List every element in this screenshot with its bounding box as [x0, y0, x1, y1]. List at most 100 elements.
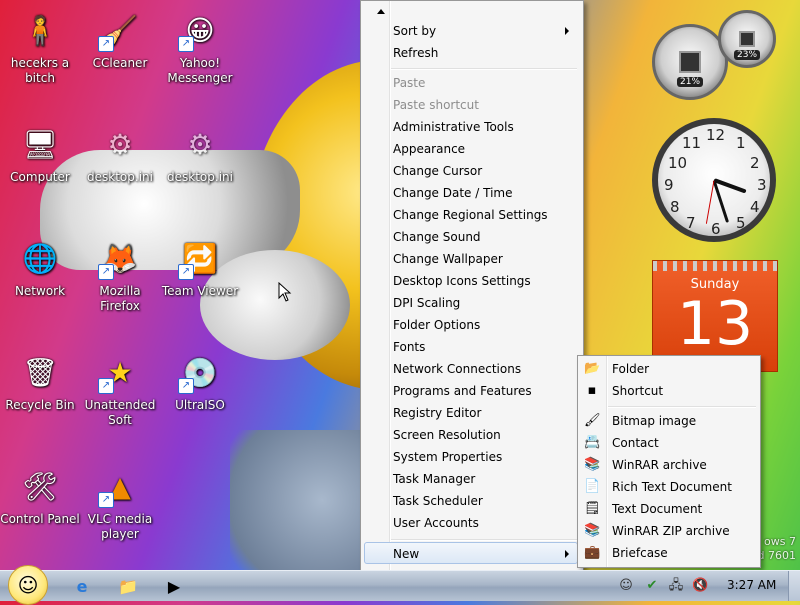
submenu-item-folder[interactable]: 📂 Folder [578, 358, 760, 380]
menu-item-change-regional-settings[interactable]: Change Regional Settings [393, 204, 548, 226]
messenger-tray-icon[interactable]: ☺ [618, 578, 634, 594]
contact-icon: 📇 [584, 435, 601, 450]
submenu-arrow-icon [565, 27, 569, 35]
menu-item-desktop-icons-settings[interactable]: Desktop Icons Settings [393, 270, 531, 292]
menu-separator [391, 539, 577, 541]
menu-item-change-date-time[interactable]: Change Date / Time [393, 182, 512, 204]
desktop-icon-firefox[interactable]: 🦊 ↗ Mozilla Firefox [80, 236, 160, 314]
security-tray-icon[interactable]: ✔ [644, 578, 660, 594]
desktop-icon-recycle-bin[interactable]: 🗑 Recycle Bin [0, 350, 80, 413]
folder-icon: 📂 [584, 361, 601, 376]
memory-meter-gadget[interactable]: 23% [718, 10, 776, 68]
clock-number: 10 [668, 154, 688, 172]
settings-file-icon: ⚙ [107, 127, 133, 161]
menu-item-change-sound[interactable]: Change Sound [393, 226, 481, 248]
menu-item-administrative-tools[interactable]: Administrative Tools [393, 116, 514, 138]
show-desktop-button[interactable] [788, 571, 800, 601]
start-button[interactable]: ☺ [8, 565, 48, 605]
menu-item-refresh[interactable]: Refresh [393, 42, 438, 64]
rtf-document-icon: 📄 [584, 479, 601, 494]
menu-item-programs-and-features[interactable]: Programs and Features [393, 380, 532, 402]
clock-gadget[interactable]: 12 1 2 3 4 5 6 7 8 9 10 11 [652, 118, 776, 242]
cpu-meter-gadget[interactable]: 21% [652, 24, 728, 100]
submenu-item-shortcut[interactable]: ▪ Shortcut [578, 380, 760, 402]
internet-explorer-icon[interactable]: e [70, 574, 94, 598]
clock-number: 6 [711, 220, 721, 238]
menu-item-user-accounts[interactable]: User Accounts [393, 512, 479, 534]
menu-item-label: WinRAR ZIP archive [612, 524, 730, 538]
ccleaner-icon: 🧹 ↗ [98, 8, 142, 52]
menu-item-task-scheduler[interactable]: Task Scheduler [393, 490, 483, 512]
submenu-item-bitmap-image[interactable]: 🖌 Bitmap image [578, 410, 760, 432]
network-icon: 🌐 [22, 241, 58, 275]
clock-number: 5 [736, 214, 746, 232]
taskbar-clock[interactable]: 3:27 AM [727, 578, 776, 592]
winrar-icon: 📚 [584, 457, 601, 472]
menu-separator [391, 68, 577, 70]
desktop-icon-unattended-soft[interactable]: ★ ↗ Unattended Soft [80, 350, 160, 428]
menu-item-system-properties[interactable]: System Properties [393, 446, 502, 468]
clock-number: 4 [750, 198, 760, 216]
menu-item-task-manager[interactable]: Task Manager [393, 468, 475, 490]
submenu-item-briefcase[interactable]: 💼 Briefcase [578, 542, 760, 564]
desktop-icon-desktop-ini[interactable]: ⚙ desktop.ini [80, 122, 160, 185]
desktop-icon-user-folder[interactable]: 🧍 hecekrs a bitch [0, 8, 80, 86]
menu-gutter [389, 1, 391, 587]
clock-second-hand [705, 180, 715, 224]
desktop-icon-ccleaner[interactable]: 🧹 ↗ CCleaner [80, 8, 160, 71]
firefox-icon: 🦊 ↗ [98, 236, 142, 280]
menu-item-label: WinRAR archive [612, 458, 707, 472]
submenu-arrow-icon [565, 550, 569, 558]
disc-icon: 💿 ↗ [178, 350, 222, 394]
media-player-icon[interactable]: ▶ [162, 574, 186, 598]
clock-number: 8 [670, 198, 680, 216]
computer-icon: 🖥 [22, 127, 58, 161]
menu-item-dpi-scaling[interactable]: DPI Scaling [393, 292, 460, 314]
cpu-chip-icon [679, 51, 701, 73]
submenu-item-winrar-zip-archive[interactable]: 📚 WinRAR ZIP archive [578, 520, 760, 542]
vlc-icon: ▲ ↗ [98, 464, 142, 508]
menu-item-label: Shortcut [612, 384, 664, 398]
network-tray-icon[interactable]: 🖧 [668, 578, 684, 594]
windows-explorer-icon[interactable]: 📁 [116, 574, 140, 598]
menu-scroll-up-icon[interactable] [377, 9, 385, 14]
menu-item-paste-shortcut: Paste shortcut [393, 98, 479, 112]
yahoo-messenger-icon: 😀 ↗ [178, 8, 222, 52]
menu-item-sort-by[interactable]: Sort by [393, 20, 577, 42]
desktop-icon-network[interactable]: 🌐 Network [0, 236, 80, 299]
clock-number: 11 [682, 134, 702, 152]
control-panel-icon: 🛠 [22, 469, 58, 503]
desktop-icon-ultraiso[interactable]: 💿 ↗ UltraISO [160, 350, 240, 413]
brand-line: ows 7 [764, 535, 796, 548]
desktop-icon-computer[interactable]: 🖥 Computer [0, 122, 80, 185]
new-submenu: 📂 Folder ▪ Shortcut 🖌 Bitmap image 📇 Contact… [577, 355, 761, 568]
desktop-icon-desktop-ini-selected[interactable]: ⚙ desktop.ini [160, 122, 240, 185]
menu-item-folder-options[interactable]: Folder Options [393, 314, 480, 336]
volume-muted-icon[interactable]: 🔇 [692, 578, 708, 594]
submenu-item-rich-text-document[interactable]: 📄 Rich Text Document [578, 476, 760, 498]
clock-number: 3 [757, 176, 767, 194]
menu-item-fonts[interactable]: Fonts [393, 336, 425, 358]
submenu-item-contact[interactable]: 📇 Contact [578, 432, 760, 454]
desktop-icon-yahoo-messenger[interactable]: 😀 ↗ Yahoo! Messenger [160, 8, 240, 86]
menu-item-change-cursor[interactable]: Change Cursor [393, 160, 482, 182]
menu-item-network-connections[interactable]: Network Connections [393, 358, 521, 380]
menu-item-label: Sort by [393, 24, 437, 38]
menu-item-new[interactable]: New [364, 542, 578, 564]
submenu-item-winrar-archive[interactable]: 📚 WinRAR archive [578, 454, 760, 476]
menu-item-registry-editor[interactable]: Registry Editor [393, 402, 481, 424]
desktop-icon-control-panel[interactable]: 🛠 Control Panel [0, 464, 80, 527]
menu-item-screen-resolution[interactable]: Screen Resolution [393, 424, 501, 446]
clock-number: 12 [706, 126, 726, 144]
mouse-cursor-icon [278, 282, 292, 302]
menu-item-change-wallpaper[interactable]: Change Wallpaper [393, 248, 503, 270]
desktop-icon-teamviewer[interactable]: 🔁 ↗ Team Viewer [160, 236, 240, 299]
taskbar: ☺ e 📁 ▶ ☺ ✔ 🖧 🔇 3:27 AM [0, 565, 800, 605]
submenu-item-text-document[interactable]: 🗒 Text Document [578, 498, 760, 520]
recycle-bin-icon: 🗑 [22, 355, 58, 389]
brand-line: d 7601 [757, 549, 796, 562]
briefcase-icon: 💼 [584, 545, 601, 560]
desktop-icon-vlc[interactable]: ▲ ↗ VLC media player [80, 464, 160, 542]
winrar-zip-icon: 📚 [584, 523, 601, 538]
menu-item-appearance[interactable]: Appearance [393, 138, 465, 160]
